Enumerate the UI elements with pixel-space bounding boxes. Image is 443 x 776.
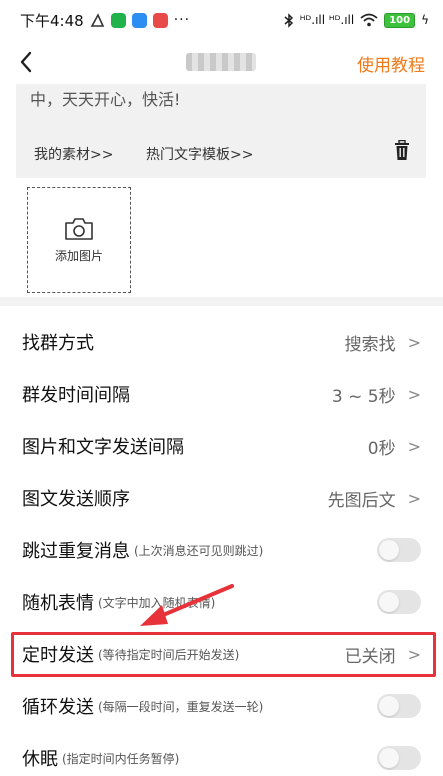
setting-label: 图文发送顺序 — [22, 489, 130, 510]
setting-send-order[interactable]: 图文发送顺序 先图后文 > — [0, 472, 443, 524]
setting-value: 0秒 — [367, 438, 396, 459]
app-notification-icon — [131, 12, 147, 28]
setting-sleep: 休眠 (指定时间内任务暂停) — [0, 732, 443, 776]
trash-icon[interactable] — [392, 140, 412, 162]
notification-icon — [90, 12, 104, 27]
skip-duplicate-toggle[interactable] — [377, 538, 421, 562]
setting-label: 休眠 — [22, 749, 58, 770]
setting-label: 找群方式 — [22, 333, 94, 354]
setting-label: 随机表情 — [22, 593, 94, 614]
setting-label: 群发时间间隔 — [22, 385, 130, 406]
chevron-right-icon: > — [407, 436, 421, 456]
signal-icon: ᴴᴰ.ıll ᴴᴰ.ıll — [299, 13, 355, 27]
random-emoji-toggle[interactable] — [377, 590, 421, 614]
setting-random-emoji: 随机表情 (文字中加入随机表情) — [0, 576, 443, 628]
more-notifications: ··· — [173, 12, 191, 28]
setting-hint: (文字中加入随机表情) — [98, 595, 216, 610]
nav-bar: 使用教程 — [0, 40, 443, 84]
status-time: 下午4:48 — [20, 11, 84, 30]
bluetooth-icon — [284, 12, 293, 28]
camera-icon — [65, 217, 93, 240]
chevron-right-icon: > — [407, 384, 421, 404]
setting-send-interval[interactable]: 群发时间间隔 3 ~ 5秒 > — [0, 368, 443, 420]
charging-icon: ϟ — [421, 13, 429, 27]
setting-skip-duplicate: 跳过重复消息 (上次消息还可见则跳过) — [0, 524, 443, 576]
status-bar: 下午4:48 ··· ᴴᴰ.ıll ᴴᴰ.ıll 100 ϟ — [0, 0, 443, 40]
message-text[interactable]: 中，天天开心，快活! — [30, 86, 180, 110]
setting-label: 图片和文字发送间隔 — [22, 437, 184, 458]
sleep-toggle[interactable] — [377, 746, 421, 770]
hot-templates-link[interactable]: 热门文字模板>> — [146, 144, 253, 164]
setting-loop-send: 循环发送 (每隔一段时间，重复发送一轮) — [0, 680, 443, 732]
section-divider — [0, 297, 443, 306]
tutorial-link[interactable]: 使用教程 — [357, 51, 425, 76]
message-editor[interactable]: 中，天天开心，快活! 我的素材>> 热门文字模板>> — [16, 84, 426, 178]
setting-hint: (指定时间内任务暂停) — [62, 751, 180, 766]
back-button[interactable] — [10, 46, 42, 78]
setting-hint: (每隔一段时间，重复发送一轮) — [98, 699, 264, 714]
add-image-label: 添加图片 — [54, 248, 103, 263]
setting-value: 3 ~ 5秒 — [331, 386, 396, 407]
setting-image-text-interval[interactable]: 图片和文字发送间隔 0秒 > — [0, 420, 443, 472]
setting-value: 先图后文 — [327, 490, 396, 511]
add-image-button[interactable]: 添加图片 — [27, 187, 131, 293]
wifi-icon — [360, 13, 378, 27]
app-notification-icon — [152, 12, 168, 28]
highlight-annotation — [11, 632, 436, 677]
page-title-blurred — [186, 53, 256, 71]
chevron-right-icon: > — [407, 332, 421, 352]
setting-label: 循环发送 — [22, 697, 94, 718]
setting-value: 搜索找 — [344, 334, 396, 355]
my-material-link[interactable]: 我的素材>> — [34, 144, 113, 164]
app-notification-icon — [110, 12, 126, 28]
battery-icon: 100 — [384, 12, 416, 28]
setting-label: 跳过重复消息 — [22, 541, 130, 562]
setting-find-group-method[interactable]: 找群方式 搜索找 > — [0, 316, 443, 368]
loop-send-toggle[interactable] — [377, 694, 421, 718]
chevron-left-icon — [20, 51, 32, 73]
chevron-right-icon: > — [407, 488, 421, 508]
setting-hint: (上次消息还可见则跳过) — [134, 543, 264, 558]
